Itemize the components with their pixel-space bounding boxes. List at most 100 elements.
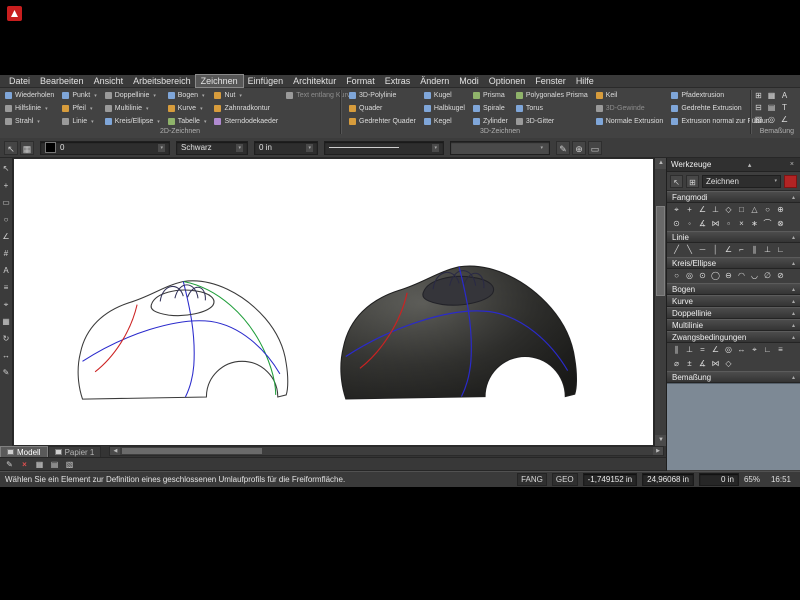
side-tool-icon-5[interactable]: #: [1, 245, 12, 262]
snap-icon-b-2[interactable]: ∡: [696, 217, 709, 231]
panel-section-zwangsbedingungen[interactable]: Zwangsbedingungen ▴: [667, 331, 800, 343]
horizontal-scroll-thumb[interactable]: [122, 448, 262, 454]
ribbon-item-kugel[interactable]: Kugel: [421, 89, 468, 102]
dimension-tool-icon-1[interactable]: ▦: [765, 90, 778, 102]
ribbon-item-multilinie[interactable]: Multilinie▾: [102, 102, 163, 115]
propbar-edit-icon-1[interactable]: ⊕: [572, 141, 586, 155]
line-tool-icon-7[interactable]: ⊥: [761, 243, 774, 257]
side-tool-icon-11[interactable]: ↔: [1, 347, 12, 364]
ribbon-item-bogen[interactable]: Bogen▾: [165, 89, 210, 102]
panel-section-fangmodi[interactable]: Fangmodi ▴: [667, 191, 800, 203]
ribbon-item-punkt[interactable]: Punkt▾: [59, 89, 99, 102]
ribbon-item-nut[interactable]: Nut▾: [211, 89, 281, 102]
ribbon-item-zahnradkontur[interactable]: Zahnradkontur: [211, 102, 281, 115]
ribbon-item-kegel[interactable]: Kegel: [421, 115, 468, 128]
ribbon-item-3d-gewinde[interactable]: 3D-Gewinde: [593, 102, 667, 115]
scroll-left-icon[interactable]: ◀: [110, 447, 120, 455]
constraint-icon-0[interactable]: ∥: [670, 343, 683, 357]
constraint-icon-4[interactable]: ◎: [722, 343, 735, 357]
snap-icon-2[interactable]: ∠: [696, 203, 709, 217]
side-tool-icon-1[interactable]: +: [1, 177, 12, 194]
vertical-scrollbar[interactable]: ▲ ▼: [654, 158, 666, 446]
horizontal-scrollbar[interactable]: ◀ ▶: [109, 446, 664, 456]
snap-toggle-geo[interactable]: GEO: [552, 473, 578, 486]
menu-ansicht[interactable]: Ansicht: [89, 75, 129, 87]
side-tool-icon-4[interactable]: ∠: [1, 228, 12, 245]
constraint-icon-2[interactable]: =: [696, 343, 709, 357]
line-style-combo[interactable]: ▾: [324, 141, 444, 155]
circle-tool-icon-2[interactable]: ⊙: [696, 269, 709, 283]
vertical-scroll-thumb[interactable]: [656, 206, 665, 296]
snap-icon-4[interactable]: ◇: [722, 203, 735, 217]
ribbon-item-hilfslinie[interactable]: Hilfslinie▾: [2, 102, 57, 115]
circle-tool-icon-4[interactable]: ⊖: [722, 269, 735, 283]
menu-format[interactable]: Format: [341, 75, 380, 87]
line-tool-icon-3[interactable]: │: [709, 243, 722, 257]
constraint-icon-6[interactable]: ⌖: [748, 343, 761, 357]
panel-title-bar[interactable]: Werkzeuge ▴ ×: [667, 158, 800, 172]
side-tool-icon-6[interactable]: A: [1, 262, 12, 279]
menu-zeichnen[interactable]: Zeichnen: [196, 75, 243, 87]
ribbon-item-linie[interactable]: Linie▾: [59, 115, 99, 128]
circle-tool-icon-7[interactable]: ∅: [761, 269, 774, 283]
ribbon-item-keil[interactable]: Keil: [593, 89, 667, 102]
constraint-icon-b-3[interactable]: ⋈: [709, 357, 722, 371]
menu-fenster[interactable]: Fenster: [530, 75, 571, 87]
snap-icon-7[interactable]: ○: [761, 203, 774, 217]
menu-architektur[interactable]: Architektur: [288, 75, 341, 87]
menu-aendern[interactable]: Ändern: [415, 75, 454, 87]
bottom-tool-icon-0[interactable]: ✎: [3, 459, 16, 470]
drawing-canvas[interactable]: [13, 158, 654, 446]
ribbon-item-kurve[interactable]: Kurve▾: [165, 102, 210, 115]
ribbon-item-torus[interactable]: Torus: [513, 102, 591, 115]
snap-icon-b-3[interactable]: ⋈: [709, 217, 722, 231]
side-tool-icon-7[interactable]: ≡: [1, 279, 12, 296]
panel-section-multilinie[interactable]: Multilinie ▴: [667, 319, 800, 331]
ribbon-item-3d-gitter[interactable]: 3D-Gitter: [513, 115, 591, 128]
panel-section-bemassung[interactable]: Bemaßung ▴: [667, 371, 800, 383]
ribbon-item-pfeil[interactable]: Pfeil▾: [59, 102, 99, 115]
snap-toggle-fang[interactable]: FANG: [517, 473, 547, 486]
side-tool-icon-10[interactable]: ↻: [1, 330, 12, 347]
side-tool-icon-8[interactable]: ⌖: [1, 296, 12, 313]
side-tool-icon-12[interactable]: ✎: [1, 364, 12, 381]
snap-icon-0[interactable]: ⌖: [670, 203, 683, 217]
snap-icon-1[interactable]: +: [683, 203, 696, 217]
text-tool-icon-2[interactable]: T: [778, 102, 791, 114]
menu-einfuegen[interactable]: Einfügen: [243, 75, 289, 87]
ribbon-item-sterndodekaeder[interactable]: Sterndodekaeder: [211, 115, 281, 128]
panel-section-doppellinie[interactable]: Doppellinie ▴: [667, 307, 800, 319]
line-tool-icon-8[interactable]: ∟: [774, 243, 787, 257]
panel-record-icon[interactable]: [784, 175, 797, 188]
ribbon-item-halbkugel[interactable]: Halbkugel: [421, 102, 468, 115]
snap-icon-b-6[interactable]: ∗: [748, 217, 761, 231]
ribbon-item-quader[interactable]: Quader: [346, 102, 419, 115]
constraint-icon-b-1[interactable]: ±: [683, 357, 696, 371]
ribbon-item-3d-polylinie[interactable]: 3D-Polylinie: [346, 89, 419, 102]
line-tool-icon-0[interactable]: ╱: [670, 243, 683, 257]
ribbon-item-zylinder[interactable]: Zylinder: [470, 115, 511, 128]
side-tool-icon-9[interactable]: ▦: [1, 313, 12, 330]
menu-extras[interactable]: Extras: [380, 75, 416, 87]
ribbon-item-polygonales-prisma[interactable]: Polygonales Prisma: [513, 89, 591, 102]
menu-datei[interactable]: Datei: [4, 75, 35, 87]
snap-icon-b-7[interactable]: ⌒: [761, 217, 774, 231]
tab-modell[interactable]: Modell: [0, 446, 48, 457]
color-combo[interactable]: Schwarz ▾: [176, 141, 248, 155]
ribbon-item-strahl[interactable]: Strahl▾: [2, 115, 57, 128]
circle-tool-icon-3[interactable]: ◯: [709, 269, 722, 283]
constraint-icon-5[interactable]: ↔: [735, 343, 748, 357]
constraint-icon-8[interactable]: ≡: [774, 343, 787, 357]
snap-icon-b-4[interactable]: ▫: [722, 217, 735, 231]
tab-papier-1[interactable]: Papier 1: [48, 446, 102, 457]
ribbon-item-doppellinie[interactable]: Doppellinie▾: [102, 89, 163, 102]
line-tool-icon-4[interactable]: ∠: [722, 243, 735, 257]
bottom-tool-icon-3[interactable]: ▤: [48, 459, 61, 470]
snap-icon-b-5[interactable]: ×: [735, 217, 748, 231]
snap-icon-b-8[interactable]: ⊗: [774, 217, 787, 231]
ribbon-item-normale-extrusion[interactable]: Normale Extrusion: [593, 115, 667, 128]
ribbon-item-wiederholen[interactable]: Wiederholen: [2, 89, 57, 102]
propbar-edit-icon-2[interactable]: ▭: [588, 141, 602, 155]
constraint-icon-b-2[interactable]: ∡: [696, 357, 709, 371]
side-tool-icon-3[interactable]: ○: [1, 211, 12, 228]
